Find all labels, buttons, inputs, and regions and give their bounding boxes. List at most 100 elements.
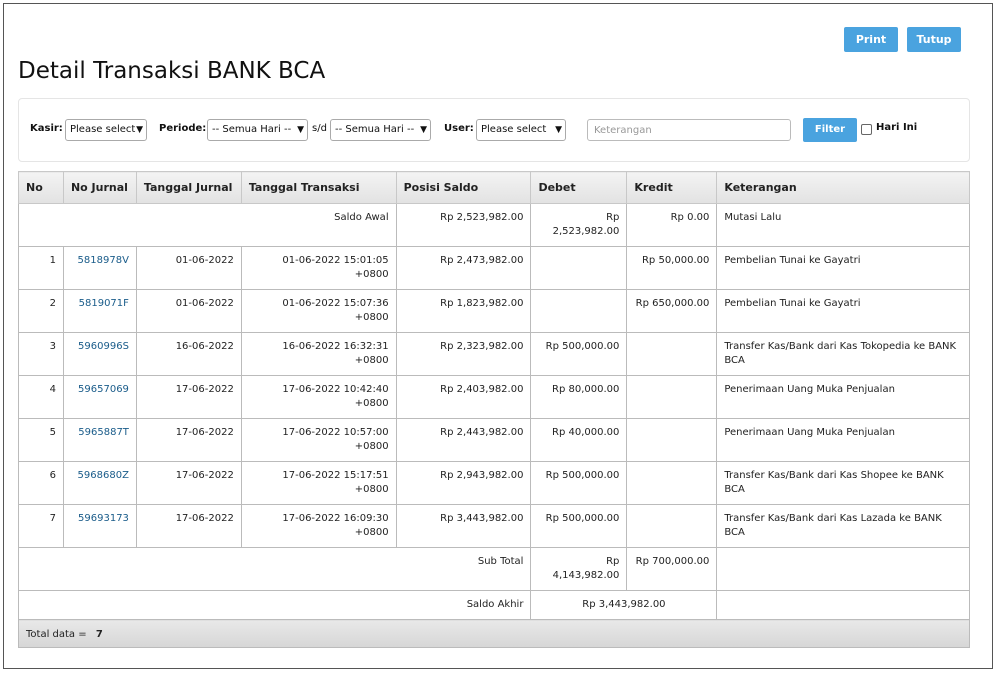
user-select-value: Please select [481, 124, 547, 135]
row-posisi-saldo: Rp 2,323,982.00 [395, 332, 532, 376]
hari-ini-label: Hari Ini [876, 122, 918, 133]
table-row: 4 59657069 17-06-2022 17-06-2022 10:42:4… [18, 375, 970, 419]
row-no: 5 [18, 418, 64, 462]
row-tanggal-jurnal: 01-06-2022 [135, 289, 242, 333]
col-header-tanggal-transaksi[interactable]: Tanggal Transaksi [240, 171, 397, 204]
saldo-awal-debet: Rp 2,523,982.00 [530, 203, 628, 247]
chevron-down-icon: ▼ [555, 125, 562, 135]
row-debet [530, 289, 628, 333]
total-label: Total data = [26, 629, 87, 640]
periode-from-select[interactable]: -- Semua Hari -- ▼ [207, 119, 308, 141]
chevron-down-icon: ▼ [297, 125, 304, 135]
periode-to-select[interactable]: -- Semua Hari -- ▼ [330, 119, 431, 141]
chevron-down-icon: ▼ [420, 125, 427, 135]
row-kredit: Rp 50,000.00 [626, 246, 718, 290]
transaction-table: No No Jurnal Tanggal Jurnal Tanggal Tran… [17, 171, 970, 648]
table-row: 2 5819071F 01-06-2022 01-06-2022 15:07:3… [18, 289, 970, 333]
table-row: 5 5965887T 17-06-2022 17-06-2022 10:57:0… [18, 418, 970, 462]
row-posisi-saldo: Rp 2,403,982.00 [395, 375, 532, 419]
close-button[interactable]: Tutup [907, 27, 961, 52]
sd-label: s/d [312, 123, 327, 134]
row-tanggal-jurnal: 01-06-2022 [135, 246, 242, 290]
row-no: 1 [18, 246, 64, 290]
row-tanggal-transaksi: 01-06-2022 15:07:36 +0800 [240, 289, 397, 333]
user-label: User: [444, 123, 474, 134]
filter-panel: Kasir: Please select ▼ Periode: -- Semua… [18, 98, 970, 162]
total-row: Total data = 7 [18, 619, 970, 648]
row-posisi-saldo: Rp 2,443,982.00 [395, 418, 532, 462]
row-no: 2 [18, 289, 64, 333]
kasir-select[interactable]: Please select ▼ [65, 119, 147, 141]
row-debet: Rp 40,000.00 [530, 418, 628, 462]
sub-total-debet: Rp 4,143,982.00 [530, 547, 628, 591]
row-tanggal-jurnal: 17-06-2022 [135, 461, 242, 505]
saldo-awal-keterangan: Mutasi Lalu [716, 203, 970, 247]
row-keterangan: Penerimaan Uang Muka Penjualan [716, 375, 970, 419]
keterangan-input[interactable] [587, 119, 791, 141]
jurnal-link[interactable]: 5968680Z [78, 470, 129, 481]
saldo-awal-posisi: Rp 2,523,982.00 [395, 203, 532, 247]
kasir-label: Kasir: [30, 123, 63, 134]
row-tanggal-jurnal: 17-06-2022 [135, 504, 242, 548]
row-debet [530, 246, 628, 290]
col-header-debet[interactable]: Debet [530, 171, 628, 204]
col-header-keterangan[interactable]: Keterangan [716, 171, 970, 204]
col-header-kredit[interactable]: Kredit [626, 171, 718, 204]
saldo-akhir-value: Rp 3,443,982.00 [530, 590, 718, 620]
jurnal-link[interactable]: 59657069 [78, 384, 129, 395]
row-posisi-saldo: Rp 3,443,982.00 [395, 504, 532, 548]
jurnal-link[interactable]: 5960996S [78, 341, 129, 352]
sub-total-row: Sub Total Rp 4,143,982.00 Rp 700,000.00 [17, 547, 970, 591]
col-header-posisi-saldo[interactable]: Posisi Saldo [395, 171, 532, 204]
row-keterangan: Pembelian Tunai ke Gayatri [716, 289, 970, 333]
row-kredit [626, 418, 718, 462]
periode-to-value: -- Semua Hari -- [335, 124, 415, 135]
user-select[interactable]: Please select ▼ [476, 119, 566, 141]
col-header-no[interactable]: No [18, 171, 64, 204]
saldo-awal-row: Saldo Awal Rp 2,523,982.00 Rp 2,523,982.… [18, 203, 970, 247]
chevron-down-icon: ▼ [136, 125, 143, 135]
col-header-tanggal-jurnal[interactable]: Tanggal Jurnal [135, 171, 242, 204]
sub-total-kredit: Rp 700,000.00 [626, 547, 718, 591]
print-button[interactable]: Print [844, 27, 898, 52]
row-tanggal-transaksi: 17-06-2022 10:57:00 +0800 [240, 418, 397, 462]
row-no: 6 [18, 461, 64, 505]
saldo-awal-kredit: Rp 0.00 [626, 203, 718, 247]
total-count: 7 [95, 629, 103, 640]
table-row: 7 59693173 17-06-2022 17-06-2022 16:09:3… [18, 504, 970, 548]
row-posisi-saldo: Rp 2,943,982.00 [395, 461, 532, 505]
periode-from-value: -- Semua Hari -- [212, 124, 292, 135]
jurnal-link[interactable]: 5965887T [78, 427, 129, 438]
row-debet: Rp 500,000.00 [530, 504, 628, 548]
row-tanggal-transaksi: 17-06-2022 15:17:51 +0800 [240, 461, 397, 505]
sub-total-empty [716, 547, 970, 591]
hari-ini-checkbox[interactable] [861, 124, 872, 135]
total-cell: Total data = 7 [18, 619, 970, 648]
jurnal-link[interactable]: 59693173 [78, 513, 129, 524]
row-no: 4 [18, 375, 64, 419]
row-keterangan: Penerimaan Uang Muka Penjualan [716, 418, 970, 462]
filter-button[interactable]: Filter [803, 118, 857, 142]
row-tanggal-transaksi: 17-06-2022 10:42:40 +0800 [240, 375, 397, 419]
row-debet: Rp 500,000.00 [530, 332, 628, 376]
row-debet: Rp 500,000.00 [530, 461, 628, 505]
jurnal-link[interactable]: 5819071F [79, 298, 129, 309]
saldo-akhir-row: Saldo Akhir Rp 3,443,982.00 [17, 590, 970, 620]
table-row: 6 5968680Z 17-06-2022 17-06-2022 15:17:5… [18, 461, 970, 505]
saldo-akhir-label: Saldo Akhir [17, 590, 532, 620]
row-keterangan: Transfer Kas/Bank dari Kas Lazada ke BAN… [716, 504, 970, 548]
kasir-select-value: Please select [70, 124, 136, 135]
row-kredit [626, 375, 718, 419]
row-keterangan: Transfer Kas/Bank dari Kas Tokopedia ke … [716, 332, 970, 376]
table-header-row: No No Jurnal Tanggal Jurnal Tanggal Tran… [18, 171, 970, 204]
row-tanggal-transaksi: 01-06-2022 15:01:05 +0800 [240, 246, 397, 290]
table-row: 1 5818978V 01-06-2022 01-06-2022 15:01:0… [18, 246, 970, 290]
jurnal-link[interactable]: 5818978V [78, 255, 129, 266]
page-title: Detail Transaksi BANK BCA [18, 58, 326, 84]
saldo-awal-label: Saldo Awal [18, 203, 397, 247]
row-keterangan: Transfer Kas/Bank dari Kas Shopee ke BAN… [716, 461, 970, 505]
col-header-no-jurnal[interactable]: No Jurnal [62, 171, 137, 204]
row-tanggal-jurnal: 17-06-2022 [135, 375, 242, 419]
row-debet: Rp 80,000.00 [530, 375, 628, 419]
table-row: 3 5960996S 16-06-2022 16-06-2022 16:32:3… [18, 332, 970, 376]
